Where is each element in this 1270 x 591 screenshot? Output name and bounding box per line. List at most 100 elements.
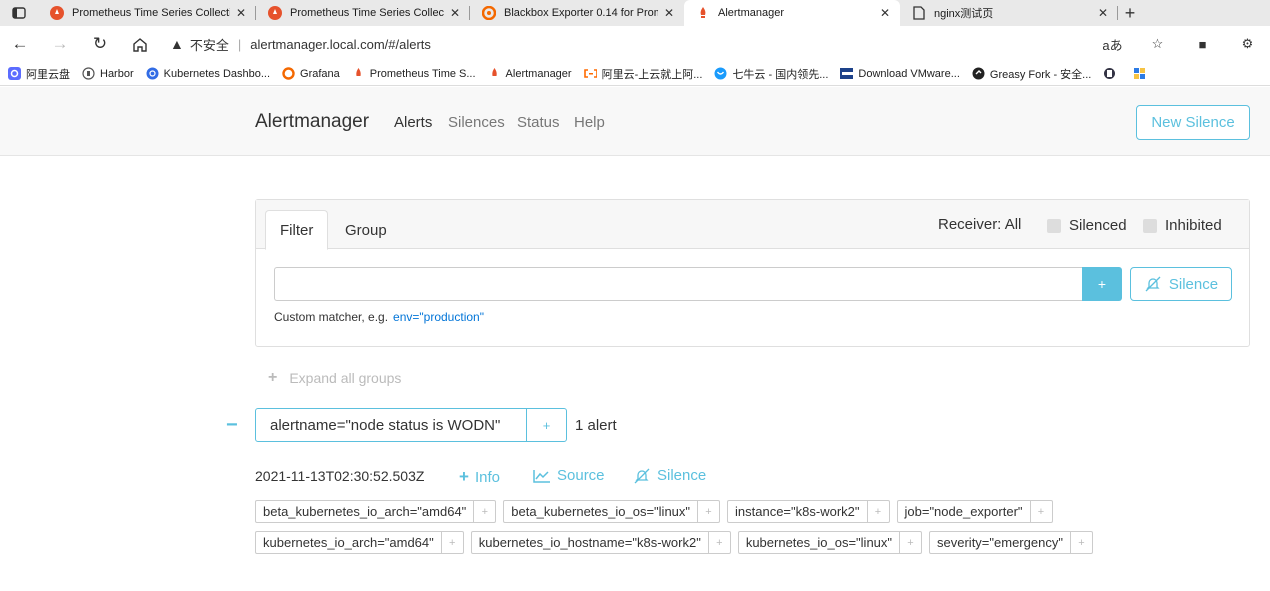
forward-button[interactable]: →: [40, 26, 80, 62]
label-add-button[interactable]: +: [1030, 500, 1053, 523]
close-icon[interactable]: ✕: [662, 6, 676, 20]
qiniu-icon: [714, 67, 727, 80]
alert-count: 1 alert: [575, 417, 617, 434]
label-text[interactable]: job="node_exporter": [896, 500, 1031, 523]
bookmark-extra-2[interactable]: [1133, 67, 1151, 80]
tab-title: Alertmanager: [718, 7, 785, 19]
bookmark-vmware[interactable]: Download VMware...: [840, 67, 960, 80]
group-add-filter-button[interactable]: +: [526, 408, 567, 442]
label-add-button[interactable]: +: [708, 531, 731, 554]
browser-tab-2[interactable]: Prometheus Time Series Collectio ✕: [256, 0, 470, 26]
bell-slash-icon: [1145, 276, 1161, 292]
bookmark-aliyun-drive[interactable]: 阿里云盘: [8, 66, 70, 82]
plus-icon: +: [459, 467, 469, 486]
bookmark-alertmanager[interactable]: Alertmanager: [488, 67, 572, 80]
globe-icon: [1103, 67, 1116, 80]
prometheus-icon: [488, 67, 501, 80]
inhibited-checkbox[interactable]: Inhibited: [1143, 217, 1222, 234]
greasyfork-icon: [972, 67, 985, 80]
back-button[interactable]: ←: [0, 26, 40, 62]
new-silence-button[interactable]: New Silence: [1136, 105, 1250, 140]
harbor-icon: [82, 67, 95, 80]
url-text[interactable]: alertmanager.local.com/#/alerts: [250, 37, 431, 52]
close-icon[interactable]: ✕: [234, 6, 248, 20]
matcher-example: env="production": [393, 310, 484, 324]
home-button[interactable]: [120, 26, 160, 62]
tab-actions-button[interactable]: [0, 0, 38, 26]
bookmark-grafana[interactable]: Grafana: [282, 67, 340, 80]
label-text[interactable]: severity="emergency": [929, 531, 1071, 554]
close-icon[interactable]: ✕: [448, 6, 462, 20]
bookmark-harbor[interactable]: Harbor: [82, 67, 134, 80]
bookmark-extra-1[interactable]: [1103, 67, 1121, 80]
receiver-dropdown[interactable]: Receiver: All: [938, 216, 1021, 233]
new-tab-icon[interactable]: +: [1118, 3, 1142, 24]
insecure-label[interactable]: 不安全: [190, 35, 229, 54]
browser-tab-3[interactable]: Blackbox Exporter 0.14 for Prom ✕: [470, 0, 684, 26]
label-text[interactable]: kubernetes_io_os="linux": [737, 531, 901, 554]
browser-tab-5[interactable]: nginx测试页 ✕: [900, 0, 1118, 26]
tab-group[interactable]: Group: [331, 210, 401, 250]
expand-all-groups-button[interactable]: + Expand all groups: [268, 369, 401, 387]
grid-icon: [1133, 67, 1146, 80]
label-add-button[interactable]: +: [474, 500, 497, 523]
bookmark-aliyun[interactable]: 阿里云-上云就上阿...: [583, 66, 702, 82]
alert-source-link[interactable]: Source: [533, 467, 605, 484]
inhibited-label: Inhibited: [1165, 217, 1222, 234]
nav-help[interactable]: Help: [574, 114, 605, 131]
label-add-button[interactable]: +: [900, 531, 923, 554]
silenced-checkbox[interactable]: Silenced: [1047, 217, 1127, 234]
aliyun-icon: [583, 67, 597, 80]
chart-line-icon: [533, 469, 551, 483]
browser-tab-1[interactable]: Prometheus Time Series Collectio ✕: [38, 0, 256, 26]
grafana-icon: [282, 67, 295, 80]
alert-info-button[interactable]: + Info: [459, 467, 500, 487]
tab-actions-icon: [12, 7, 26, 19]
filter-input[interactable]: [274, 267, 1082, 301]
nav-alerts[interactable]: Alerts: [394, 114, 432, 131]
label-chip: kubernetes_io_hostname="k8s-work2" +: [470, 531, 731, 554]
bookmark-kubernetes[interactable]: Kubernetes Dashbo...: [146, 67, 270, 80]
collapse-group-icon[interactable]: −: [226, 414, 238, 437]
bookmarks-bar: 阿里云盘 Harbor Kubernetes Dashbo... Grafana…: [0, 62, 1270, 86]
add-matcher-button[interactable]: +: [1082, 267, 1122, 301]
close-icon[interactable]: ✕: [1096, 6, 1110, 20]
refresh-button[interactable]: ↻: [80, 26, 120, 62]
page-icon: [912, 6, 926, 20]
bookmark-prometheus[interactable]: Prometheus Time S...: [352, 67, 476, 80]
group-label[interactable]: alertname="node status is WODN": [255, 408, 527, 442]
nav-silences[interactable]: Silences: [448, 114, 505, 131]
bell-slash-icon: [633, 468, 651, 484]
close-icon[interactable]: ✕: [878, 6, 892, 20]
bookmark-greasyfork[interactable]: Greasy Fork - 安全...: [972, 66, 1091, 82]
label-chip: kubernetes_io_os="linux" +: [737, 531, 923, 554]
label-text[interactable]: kubernetes_io_hostname="k8s-work2": [470, 531, 709, 554]
tab-title: nginx测试页: [934, 8, 994, 20]
address-bar[interactable]: ▲ 不安全 | alertmanager.local.com/#/alerts: [170, 30, 1170, 58]
tab-filter[interactable]: Filter: [265, 210, 329, 250]
puzzle-icon[interactable]: ⚙: [1225, 36, 1270, 52]
label-text[interactable]: instance="k8s-work2": [727, 500, 868, 523]
label-text[interactable]: kubernetes_io_arch="amd64": [255, 531, 442, 554]
warning-icon[interactable]: ▲: [170, 36, 184, 52]
label-add-button[interactable]: +: [441, 531, 464, 554]
alert-silence-button[interactable]: Silence: [633, 467, 706, 484]
extension-icon[interactable]: ■: [1180, 37, 1225, 52]
label-text[interactable]: beta_kubernetes_io_os="linux": [503, 500, 699, 523]
brand-logo[interactable]: Alertmanager: [255, 111, 369, 133]
nav-status[interactable]: Status: [517, 114, 560, 131]
tab-title: Prometheus Time Series Collectio: [290, 7, 444, 19]
label-text[interactable]: beta_kubernetes_io_arch="amd64": [255, 500, 475, 523]
label-add-button[interactable]: +: [698, 500, 721, 523]
favorite-add-icon[interactable]: ☆: [1135, 36, 1180, 52]
filter-silence-button[interactable]: Silence: [1130, 267, 1232, 301]
label-add-button[interactable]: +: [867, 500, 890, 523]
label-add-button[interactable]: +: [1070, 531, 1093, 554]
prometheus-icon: [696, 6, 710, 20]
matcher-hint: Custom matcher, e.g. env="production": [274, 310, 484, 324]
browser-tab-4-active[interactable]: Alertmanager ✕: [684, 0, 900, 26]
bookmark-qiniu[interactable]: 七牛云 - 国内领先...: [714, 66, 828, 82]
read-aloud-icon[interactable]: aあ: [1090, 35, 1135, 54]
home-icon: [133, 37, 147, 52]
aliyun-drive-icon: [8, 67, 21, 80]
